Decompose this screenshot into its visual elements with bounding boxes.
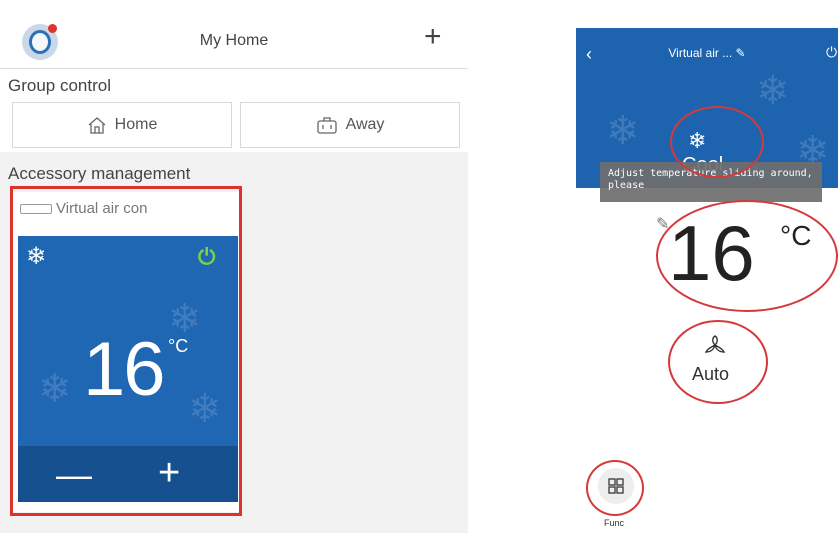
func-label: Func [604,518,625,528]
snowflake-decoration-icon: ❄ [756,69,790,113]
snowflake-decoration-icon: ❄ [606,109,640,153]
group-control-label: Group control [8,76,111,95]
page-title: My Home [199,32,269,49]
device-title-text: Virtual air ... [668,46,733,60]
home-mode-button[interactable]: Home [12,102,232,148]
annotation-circle-temperature [656,200,838,312]
app-header: My Home + [0,14,468,68]
device-title[interactable]: Virtual air ... ✎ [576,46,838,60]
accessory-management-label: Accessory management [8,164,191,183]
annotation-circle-fan [668,320,768,404]
away-mode-button[interactable]: Away [240,102,460,148]
left-phone-screen: My Home + Group control Home Away Access… [0,0,468,533]
away-mode-label: Away [345,116,385,133]
edit-pencil-icon[interactable]: ✎ [736,46,746,60]
annotation-circle-func [586,460,644,516]
add-button[interactable]: + [424,22,442,52]
home-mode-label: Home [114,116,158,133]
header-divider [0,68,468,69]
annotation-circle-mode [670,106,764,178]
home-icon [88,117,106,134]
suitcase-icon [316,117,337,134]
annotation-rectangle [10,186,242,516]
power-icon[interactable]: ⏻ [826,44,837,61]
right-phone-screen: ❄ ❄ ❄ ‹ Virtual air ... ✎ ⏻ ❄ Cool Adjus… [576,28,838,533]
